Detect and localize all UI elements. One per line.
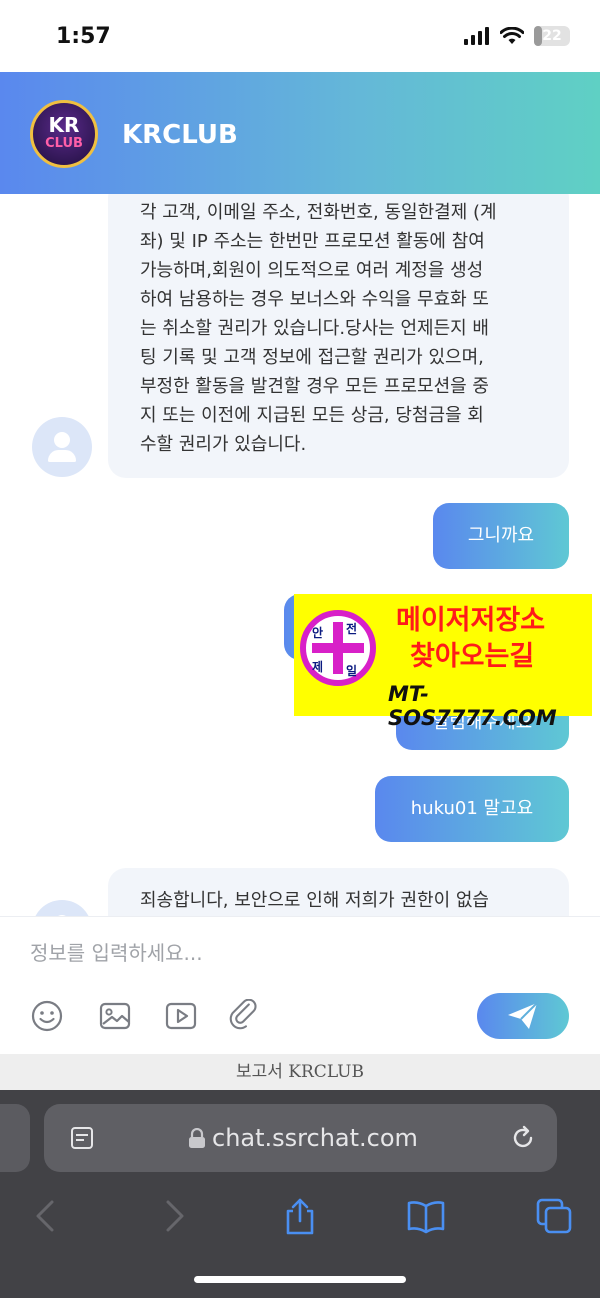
header-title: KRCLUB [122, 120, 238, 150]
status-time: 1:57 [56, 24, 111, 49]
message-line: 각 고객, 이메일 주소, 전화번호, 동일한결제 (계 [140, 202, 497, 223]
message-line: 좌) 및 IP 주소는 한번만 프로모션 활동에 참여 [140, 231, 485, 252]
message-line: 부정한 활동을 발견할 경우 모든 프로모션을 중 [140, 376, 489, 397]
send-button[interactable] [477, 993, 569, 1039]
agent-message-bubble: 죄송합니다, 보안으로 인해 저희가 권한이 없습 [108, 868, 569, 916]
ad-headline: 메이저저장소 [396, 605, 546, 636]
page-menu-icon[interactable] [70, 1126, 94, 1150]
agent-avatar [32, 417, 92, 477]
share-icon[interactable] [280, 1196, 320, 1236]
ad-badge-char: 안 [312, 626, 324, 640]
emoji-icon[interactable] [30, 999, 64, 1033]
url-text: chat.ssrchat.com [212, 1124, 418, 1152]
send-icon [508, 1002, 538, 1029]
video-icon[interactable] [164, 999, 198, 1033]
message-line: 지 또는 이전에 지급된 모든 상금, 당첨금을 회 [140, 405, 484, 426]
message-input[interactable] [30, 935, 570, 971]
agent-message-bubble: 각 고객, 이메일 주소, 전화번호, 동일한결제 (계 좌) 및 IP 주소는… [108, 194, 569, 478]
reload-icon[interactable] [510, 1125, 536, 1151]
ad-url: MT-SOS7777.COM [388, 682, 557, 730]
ad-badge-char: 전 [346, 622, 358, 636]
ad-safety-badge: 안 전 제 일 [300, 610, 376, 686]
ad-badge-char: 제 [312, 660, 324, 674]
powered-by-footer: 보고서 KRCLUB [0, 1054, 600, 1090]
forward-icon[interactable] [154, 1196, 194, 1236]
message-line: 가능하며,회원이 의도적으로 여러 계정을 생성 [140, 260, 484, 281]
agent-avatar [32, 900, 92, 916]
tabs-icon[interactable] [534, 1196, 574, 1236]
cellular-signal-icon [464, 27, 489, 45]
ad-badge-char: 일 [346, 664, 358, 678]
message-line: 는 취소할 권리가 있습니다.당사는 언제든지 배 [140, 318, 489, 339]
image-icon[interactable] [98, 999, 132, 1033]
battery-icon: 22 [534, 26, 570, 46]
attachment-icon[interactable] [228, 999, 262, 1033]
logo-text-bottom: CLUB [45, 136, 83, 151]
battery-level: 22 [542, 28, 562, 44]
browser-toolbar: chat.ssrchat.com [0, 1090, 600, 1298]
address-bar[interactable]: chat.ssrchat.com [44, 1104, 557, 1172]
chat-header: KR CLUB KRCLUB [0, 72, 600, 194]
back-icon[interactable] [26, 1196, 66, 1236]
message-composer [0, 916, 600, 1054]
user-message-bubble: 그니까요 [433, 503, 569, 569]
message-line: 하여 남용하는 경우 보너스와 수익을 무효화 또 [140, 289, 489, 310]
wifi-icon [500, 27, 524, 44]
message-line: 팅 기록 및 고객 정보에 접근할 권리가 있으며, [140, 347, 484, 368]
message-line: 죄송합니다, 보안으로 인해 저희가 권한이 없습 [140, 890, 489, 911]
krclub-logo: KR CLUB [30, 100, 98, 168]
message-line: 수할 권리가 있습니다. [140, 434, 307, 455]
logo-text-top: KR [48, 113, 80, 137]
chat-messages[interactable]: 각 고객, 이메일 주소, 전화번호, 동일한결제 (계 좌) 및 IP 주소는… [0, 194, 600, 916]
user-message-bubble: huku01 말고요 [375, 776, 569, 842]
lock-icon [189, 1128, 205, 1148]
status-icons: 22 [464, 26, 570, 46]
ad-banner[interactable]: 안 전 제 일 메이저저장소 찾아오는길 MT-SOS7777.COM [294, 594, 592, 730]
status-bar: 1:57 22 [0, 0, 600, 72]
bookmarks-icon[interactable] [406, 1196, 446, 1236]
home-indicator [194, 1276, 406, 1283]
ad-subheadline: 찾아오는길 [410, 641, 535, 672]
previous-tab[interactable] [0, 1104, 30, 1172]
